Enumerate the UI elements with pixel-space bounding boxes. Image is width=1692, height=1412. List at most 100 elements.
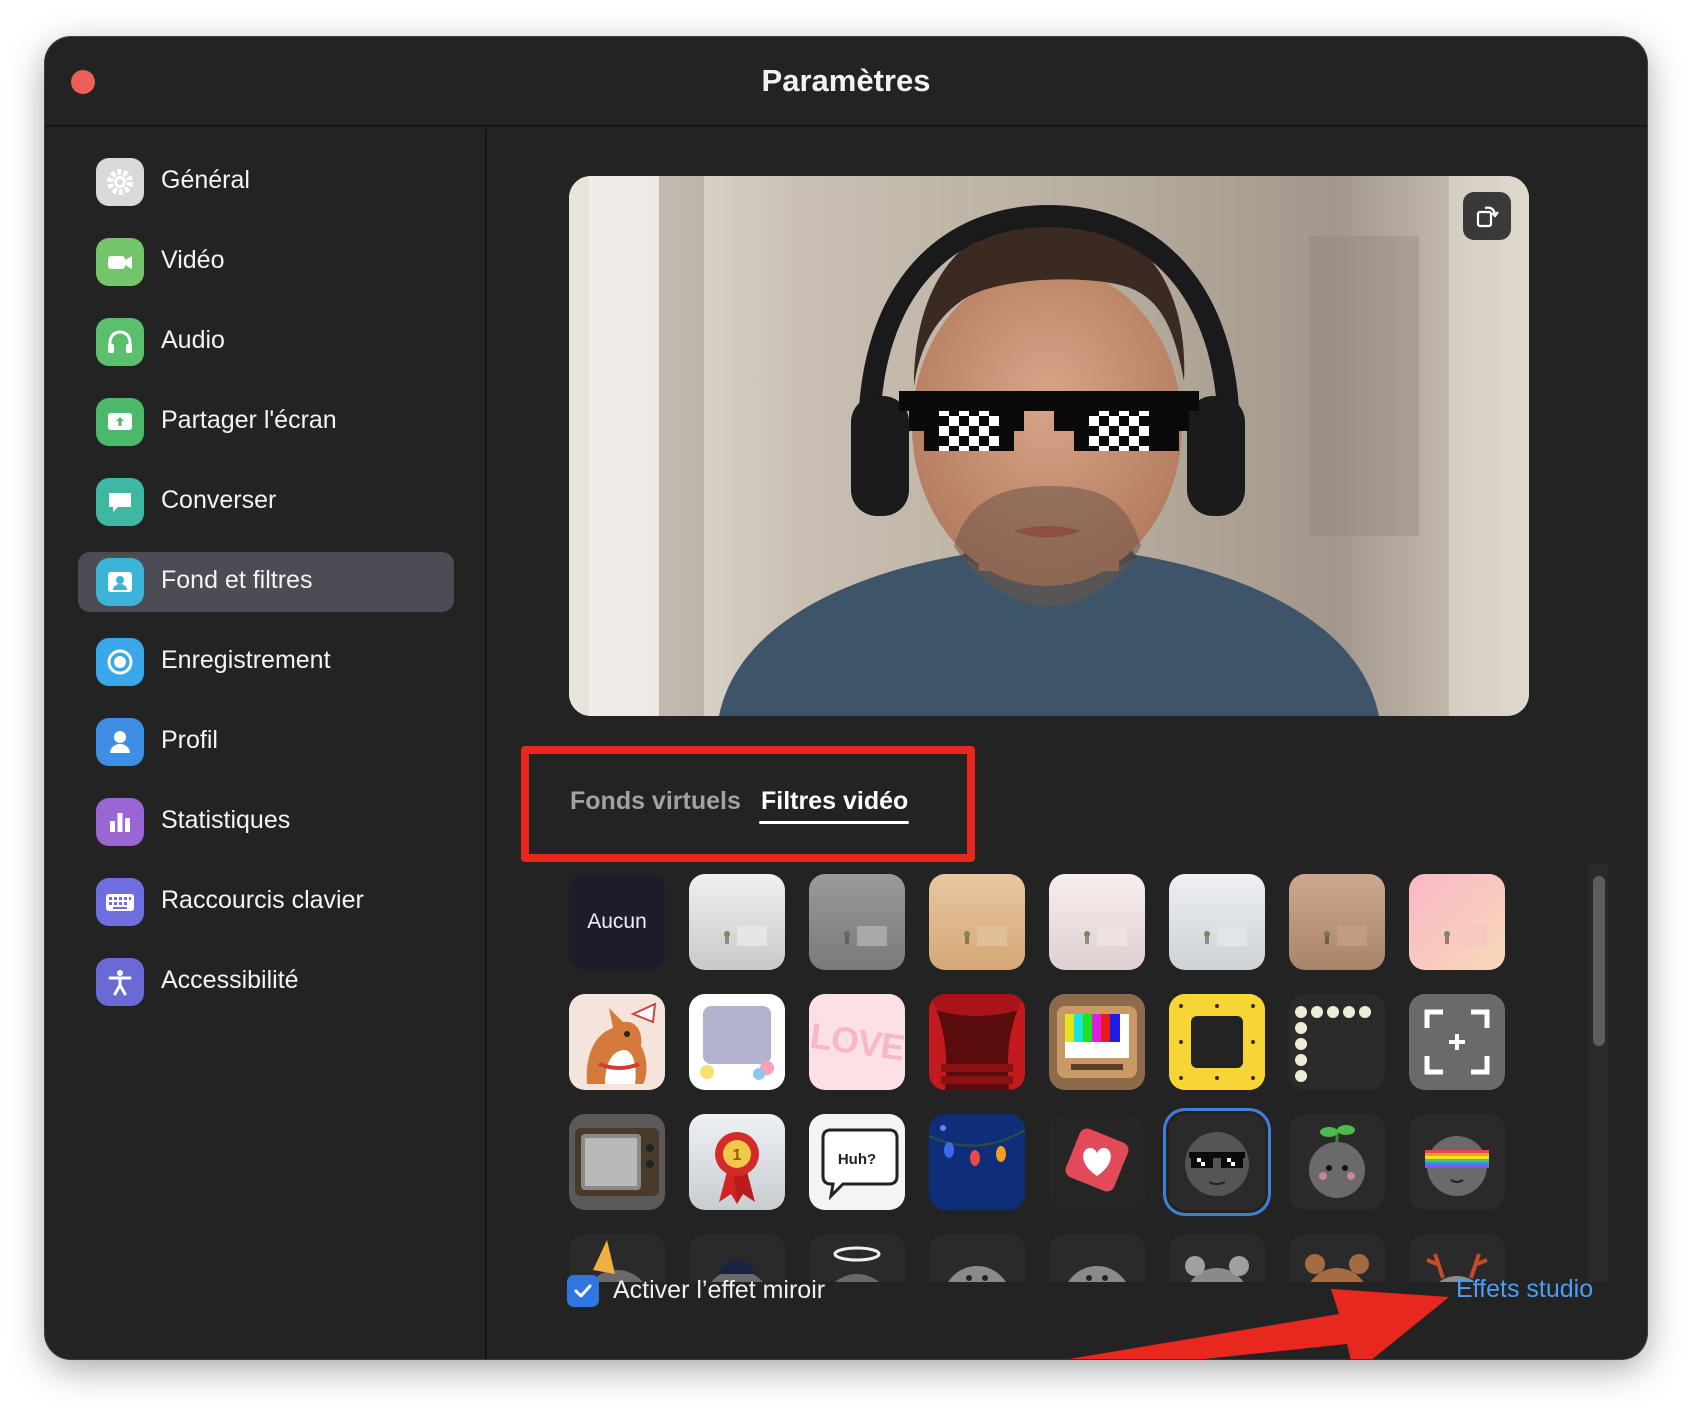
rotate-camera-button[interactable]: [1463, 192, 1511, 240]
rotate-camera-icon: [1476, 206, 1499, 228]
filter-tile[interactable]: [1409, 874, 1505, 970]
sidebar-item-label: Vidéo: [161, 246, 225, 274]
filter-tile[interactable]: [1289, 994, 1385, 1090]
filter-tile[interactable]: [1289, 874, 1385, 970]
gear-icon: [96, 158, 144, 206]
filter-tile[interactable]: [569, 1114, 665, 1210]
filter-tile[interactable]: [929, 994, 1025, 1090]
headphones-icon: [96, 318, 144, 366]
filter-tile[interactable]: [1169, 874, 1265, 970]
love-sticker-label: LOVE: [809, 1014, 905, 1069]
filter-grid: Aucun LOVE 1 Huh?: [569, 864, 1589, 1282]
checkmark-icon: [574, 1284, 592, 1298]
filter-tile[interactable]: LOVE: [809, 994, 905, 1090]
tab-virtual-backgrounds[interactable]: Fonds virtuels: [570, 787, 741, 816]
string-lights-thumbnail: [929, 1125, 1025, 1166]
sidebar-item-video[interactable]: Vidéo: [78, 232, 454, 292]
filter-none[interactable]: Aucun: [569, 874, 665, 970]
room-thumbnail: [844, 926, 887, 946]
bar-chart-icon: [96, 798, 144, 846]
cap-thumbnail: [711, 1259, 763, 1282]
filter-tile[interactable]: [809, 1234, 905, 1282]
filter-add-custom[interactable]: [1409, 994, 1505, 1090]
room-thumbnail: [964, 926, 1007, 946]
sidebar-item-accessibility[interactable]: Accessibilité: [78, 952, 454, 1012]
keyboard-icon: [96, 878, 144, 926]
filter-tile[interactable]: [1049, 994, 1145, 1090]
sidebar-item-background-filters[interactable]: Fond et filtres: [78, 552, 454, 612]
filter-tile[interactable]: [689, 1234, 785, 1282]
chat-bubble-icon: [96, 478, 144, 526]
svg-text:1: 1: [733, 1147, 742, 1164]
sidebar-item-label: Profil: [161, 726, 218, 754]
camera-preview: [569, 176, 1529, 716]
filter-tile[interactable]: [1169, 994, 1265, 1090]
sidebar-item-label: Raccourcis clavier: [161, 886, 364, 914]
filter-none-label: Aucun: [587, 910, 647, 933]
mirror-effect-checkbox[interactable]: [567, 1275, 599, 1307]
filter-tile[interactable]: [1049, 874, 1145, 970]
sidebar-item-label: Statistiques: [161, 806, 291, 834]
sidebar-item-label: Fond et filtres: [161, 566, 313, 594]
filter-tile[interactable]: [1289, 1114, 1385, 1210]
corgi-sticker: [586, 1002, 657, 1084]
award-ribbon-thumbnail: 1: [715, 1132, 759, 1204]
heart-sticker-icon: [1065, 1128, 1129, 1192]
sidebar-item-chat[interactable]: Converser: [78, 472, 454, 532]
filter-tile-selected-pixel-sunglasses[interactable]: [1169, 1114, 1265, 1210]
title-bar: Paramètres: [45, 37, 1647, 127]
content-panel: Fonds virtuels Filtres vidéo Aucun LOVE …: [489, 129, 1647, 1359]
light-bulbs-frame-thumbnail: [1295, 1006, 1371, 1082]
room-thumbnail: [724, 926, 767, 946]
sprout-head-thumbnail: [1309, 1125, 1365, 1198]
sidebar-item-label: Enregistrement: [161, 646, 331, 674]
filter-tile[interactable]: [1409, 1114, 1505, 1210]
rainbow-visor-thumbnail: [1425, 1136, 1489, 1196]
record-icon: [96, 638, 144, 686]
sidebar-item-statistics[interactable]: Statistiques: [78, 792, 454, 852]
filter-tile[interactable]: [929, 874, 1025, 970]
background-person-icon: [96, 558, 144, 606]
video-camera-icon: [96, 238, 144, 286]
theater-curtain-thumbnail: [929, 994, 1025, 1090]
filter-tile[interactable]: Huh?: [809, 1114, 905, 1210]
sidebar-item-label: Audio: [161, 326, 225, 354]
emoji-frame-thumbnail: [1169, 994, 1265, 1090]
sidebar-item-label: Général: [161, 166, 250, 194]
active-tab-indicator: [759, 821, 909, 824]
pixel-sunglasses-thumbnail: [1185, 1132, 1249, 1196]
frame-thumbnail: [700, 1006, 774, 1080]
sidebar-item-keyboard-shortcuts[interactable]: Raccourcis clavier: [78, 872, 454, 932]
studio-effects-link[interactable]: Effets studio: [1456, 1275, 1593, 1304]
sidebar-item-recording[interactable]: Enregistrement: [78, 632, 454, 692]
mirror-effect-label[interactable]: Activer l’effet miroir: [613, 1276, 825, 1305]
filter-tile[interactable]: [929, 1114, 1025, 1210]
halo-thumbnail: [833, 1246, 881, 1282]
share-screen-icon: [96, 398, 144, 446]
filter-tile[interactable]: 1: [689, 1114, 785, 1210]
sidebar-item-general[interactable]: Général: [78, 152, 454, 212]
filter-tile[interactable]: [569, 994, 665, 1090]
sidebar-item-share-screen[interactable]: Partager l'écran: [78, 392, 454, 452]
filter-scrollbar-thumb[interactable]: [1593, 876, 1605, 1046]
filter-tile[interactable]: [1049, 1114, 1145, 1210]
room-thumbnail: [1324, 926, 1367, 946]
filter-tile[interactable]: [689, 874, 785, 970]
room-thumbnail: [1204, 926, 1247, 946]
speech-bubble-label: Huh?: [837, 1150, 877, 1168]
sidebar-item-audio[interactable]: Audio: [78, 312, 454, 372]
retro-tv-thumbnail: [1057, 1006, 1137, 1078]
add-frame-icon: [1424, 1009, 1490, 1075]
filter-tile[interactable]: [809, 874, 905, 970]
annotation-arrow: [1069, 1289, 1449, 1359]
tab-video-filters[interactable]: Filtres vidéo: [761, 787, 908, 816]
old-tv-thumbnail: [575, 1128, 659, 1196]
room-thumbnail: [1444, 926, 1487, 946]
settings-window: Paramètres Général Vidéo Audio Partager …: [45, 37, 1647, 1359]
accessibility-icon: [96, 958, 144, 1006]
sidebar-item-profile[interactable]: Profil: [78, 712, 454, 772]
sidebar-item-label: Partager l'écran: [161, 406, 337, 434]
filter-tile[interactable]: [689, 994, 785, 1090]
sidebar: Général Vidéo Audio Partager l'écran Con…: [45, 129, 487, 1359]
sidebar-item-label: Converser: [161, 486, 277, 514]
